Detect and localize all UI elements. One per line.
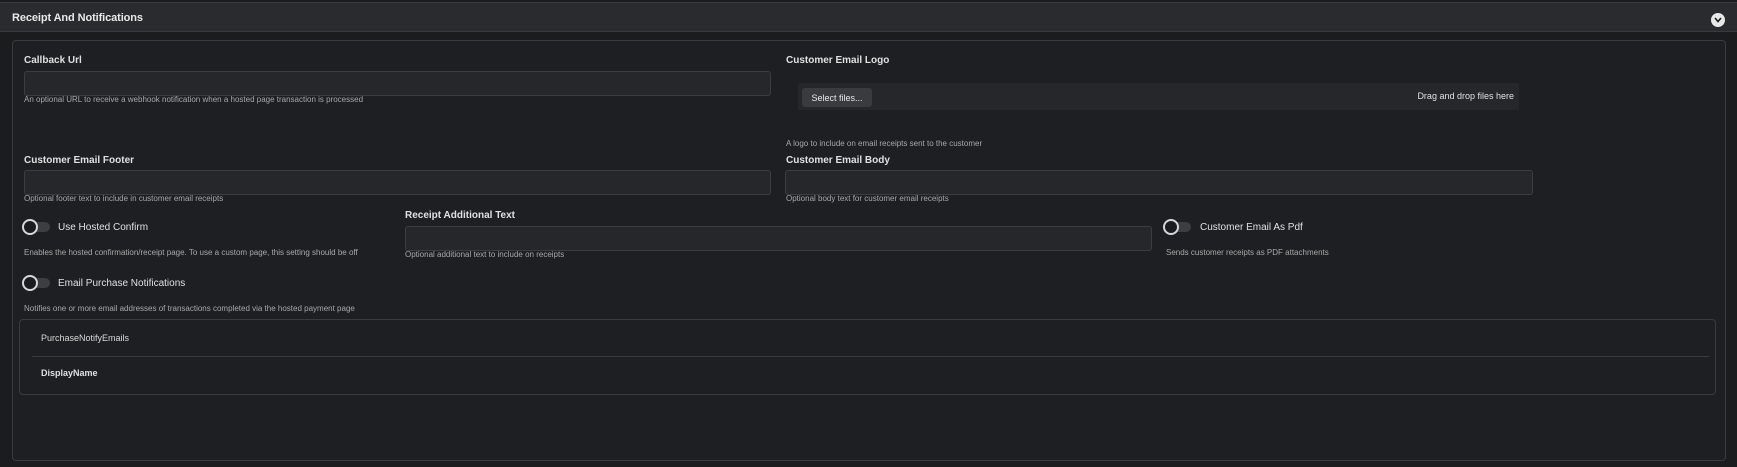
email-purchase-notifications-help: Notifies one or more email addresses of …	[24, 304, 355, 313]
toggle-knob	[22, 275, 38, 291]
toggle-knob	[22, 219, 38, 235]
receipt-additional-text-label: Receipt Additional Text	[405, 210, 516, 221]
customer-email-as-pdf-toggle[interactable]	[1163, 219, 1193, 235]
customer-email-body-label: Customer Email Body	[786, 155, 890, 166]
customer-email-logo-help: A logo to include on email receipts sent…	[786, 139, 983, 148]
receipt-additional-text-help: Optional additional text to include on r…	[405, 250, 565, 259]
customer-email-body-help: Optional body text for customer email re…	[786, 194, 949, 203]
callback-url-help: An optional URL to receive a webhook not…	[24, 95, 364, 104]
customer-email-body-input[interactable]	[785, 170, 1533, 195]
customer-email-footer-label: Customer Email Footer	[24, 155, 135, 166]
section-title: Receipt And Notifications	[12, 12, 143, 24]
customer-email-footer-help: Optional footer text to include in custo…	[24, 194, 224, 203]
section-header[interactable]: Receipt And Notifications	[0, 2, 1737, 32]
purchase-notify-table: PurchaseNotifyEmails DisplayName	[19, 319, 1716, 395]
dropzone-text: Drag and drop files here	[1417, 91, 1514, 101]
chevron-down-icon[interactable]	[1711, 13, 1725, 27]
callback-url-label: Callback Url	[24, 55, 82, 66]
select-files-button[interactable]: Select files...	[802, 88, 872, 107]
email-purchase-notifications-label: Email Purchase Notifications	[58, 278, 186, 289]
receipt-notifications-panel: Callback Url An optional URL to receive …	[12, 40, 1726, 461]
receipt-additional-text-input[interactable]	[405, 226, 1152, 251]
use-hosted-confirm-toggle[interactable]	[22, 219, 52, 235]
use-hosted-confirm-help: Enables the hosted confirmation/receipt …	[24, 248, 358, 257]
use-hosted-confirm-label: Use Hosted Confirm	[58, 222, 149, 233]
customer-email-as-pdf-label: Customer Email As Pdf	[1200, 222, 1303, 233]
customer-email-footer-input[interactable]	[24, 170, 771, 195]
logo-dropzone[interactable]: Select files... Drag and drop files here	[798, 83, 1519, 110]
callback-url-input[interactable]	[24, 71, 771, 96]
customer-email-as-pdf-help: Sends customer receipts as PDF attachmen…	[1166, 248, 1329, 257]
table-divider	[32, 356, 1709, 357]
toggle-knob	[1163, 219, 1179, 235]
customer-email-logo-label: Customer Email Logo	[786, 55, 890, 66]
display-name-header: DisplayName	[41, 368, 98, 378]
email-purchase-notifications-toggle[interactable]	[22, 275, 52, 291]
purchase-notify-emails-header: PurchaseNotifyEmails	[41, 333, 130, 343]
